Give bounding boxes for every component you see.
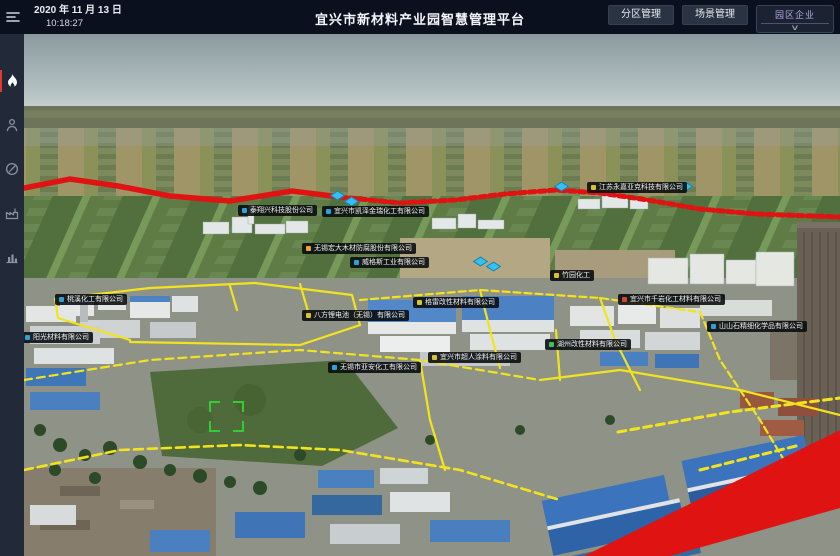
flame-icon: [6, 74, 19, 89]
company-marker-icon: [25, 335, 30, 340]
chevron-down-icon: ∨: [790, 25, 799, 31]
company-marker-icon: [711, 324, 716, 329]
gauge-icon: [5, 162, 19, 176]
map-label[interactable]: 宜兴市超人涂料有限公司: [428, 352, 521, 363]
company-name: 竹园化工: [562, 272, 590, 279]
top-bar: 2020 年 11 月 13 日 10:18:27 宜兴市新材料产业园智慧管理平…: [0, 0, 840, 34]
sidebar-item-enterprises[interactable]: [0, 204, 24, 222]
map-label[interactable]: 八方锂电池（无锡）有限公司: [302, 310, 409, 321]
factory-icon: [5, 206, 19, 220]
company-marker-icon: [591, 185, 596, 190]
company-marker-icon: [549, 342, 554, 347]
company-name: 宜兴市凯泽金瑞化工有限公司: [334, 208, 425, 215]
person-icon: [5, 118, 19, 132]
company-marker-icon: [622, 297, 627, 302]
map-label[interactable]: 桃溪化工有限公司: [55, 294, 127, 305]
sidebar-item-fire-monitor[interactable]: [0, 72, 24, 90]
company-name: 八方锂电池（无锡）有限公司: [314, 312, 405, 319]
company-name: 宜兴市千岩化工材料有限公司: [630, 296, 721, 303]
company-name: 无锡宏大木材防腐股份有限公司: [314, 245, 412, 252]
company-name: 江苏永嘉亚克科技有限公司: [599, 184, 683, 191]
map-label[interactable]: 威格斯工业有限公司: [350, 257, 429, 268]
map-label[interactable]: 山山石精细化学品有限公司: [707, 321, 807, 332]
bar-chart-icon: [5, 250, 19, 264]
company-marker-icon: [354, 260, 359, 265]
company-marker-icon: [242, 208, 247, 213]
map-label[interactable]: 宜兴市凯泽金瑞化工有限公司: [322, 206, 429, 217]
map-label[interactable]: 无锡宏大木材防腐股份有限公司: [302, 243, 416, 254]
company-name: 湖州改性材料有限公司: [557, 341, 627, 348]
topbar-actions: 分区管理 场景管理 园区企业 ∨: [608, 5, 834, 33]
sidebar-item-personnel[interactable]: [0, 116, 24, 134]
zone-management-button[interactable]: 分区管理: [608, 5, 674, 25]
company-marker-icon: [554, 273, 559, 278]
company-marker-icon: [306, 246, 311, 251]
company-name: 阳光材料有限公司: [33, 334, 89, 341]
map-label[interactable]: 江苏永嘉亚克科技有限公司: [587, 182, 687, 193]
company-marker-icon: [417, 300, 422, 305]
company-name: 格雷改性材料有限公司: [425, 299, 495, 306]
company-name: 山山石精细化学品有限公司: [719, 323, 803, 330]
company-marker-icon: [306, 313, 311, 318]
map-label[interactable]: 无锡市亚安化工有限公司: [328, 362, 421, 373]
map-label[interactable]: 格雷改性材料有限公司: [413, 297, 499, 308]
company-name: 泰翔兴科技股份公司: [250, 207, 313, 214]
company-marker-icon: [59, 297, 64, 302]
sidebar-item-monitoring[interactable]: [0, 160, 24, 178]
company-name: 宜兴市超人涂料有限公司: [440, 354, 517, 361]
app-window: 2020 年 11 月 13 日 10:18:27 宜兴市新材料产业园智慧管理平…: [0, 0, 840, 556]
scene-management-button[interactable]: 场景管理: [682, 5, 748, 25]
sidebar: [0, 34, 24, 556]
sidebar-item-statistics[interactable]: [0, 248, 24, 266]
company-marker-icon: [432, 355, 437, 360]
map-label[interactable]: 泰翔兴科技股份公司: [238, 205, 317, 216]
map-label[interactable]: 宜兴市千岩化工材料有限公司: [618, 294, 725, 305]
company-marker-icon: [332, 365, 337, 370]
map-label[interactable]: 竹园化工: [550, 270, 594, 281]
dropdown-label: 园区企业: [775, 8, 815, 21]
park-enterprise-dropdown[interactable]: 园区企业 ∨: [756, 5, 834, 33]
map-label[interactable]: 湖州改性材料有限公司: [545, 339, 631, 350]
company-name: 威格斯工业有限公司: [362, 259, 425, 266]
company-marker-icon: [326, 209, 331, 214]
company-name: 桃溪化工有限公司: [67, 296, 123, 303]
company-name: 无锡市亚安化工有限公司: [340, 364, 417, 371]
map-label[interactable]: 阳光材料有限公司: [21, 332, 93, 343]
